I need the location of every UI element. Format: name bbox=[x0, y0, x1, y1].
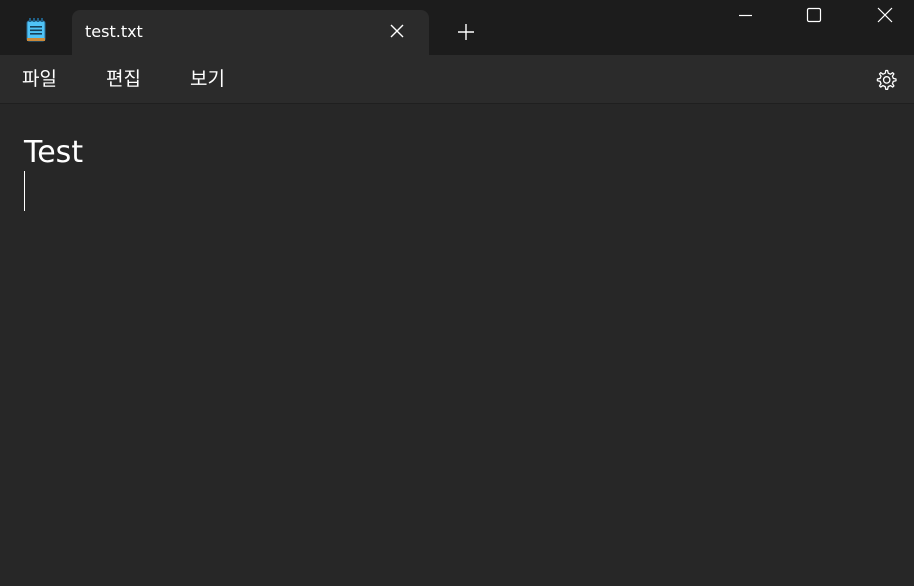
menu-bar: 파일 편집 보기 bbox=[0, 55, 914, 104]
new-tab-plus-icon[interactable] bbox=[456, 22, 476, 42]
notepad-icon bbox=[26, 18, 46, 42]
maximize-button[interactable] bbox=[791, 0, 837, 32]
text-caret bbox=[24, 171, 25, 211]
tab-close-icon[interactable] bbox=[388, 22, 406, 40]
menu-edit[interactable]: 편집 bbox=[106, 67, 141, 91]
minimize-button[interactable] bbox=[722, 0, 768, 32]
close-icon bbox=[877, 7, 893, 23]
notepad-window: test.txt 파일 편집 보기 Test bbox=[0, 0, 914, 586]
settings-gear-icon[interactable] bbox=[874, 68, 898, 92]
menu-file[interactable]: 파일 bbox=[22, 67, 57, 91]
document-text[interactable]: Test bbox=[24, 135, 83, 171]
menu-view[interactable]: 보기 bbox=[190, 67, 225, 91]
minimize-icon bbox=[739, 14, 752, 17]
tab-title: test.txt bbox=[85, 22, 143, 41]
maximize-icon bbox=[806, 7, 822, 23]
title-bar[interactable]: test.txt bbox=[0, 0, 914, 55]
close-window-button[interactable] bbox=[862, 0, 908, 32]
tab-test-txt[interactable]: test.txt bbox=[72, 10, 429, 55]
text-editor[interactable]: Test bbox=[0, 104, 914, 586]
